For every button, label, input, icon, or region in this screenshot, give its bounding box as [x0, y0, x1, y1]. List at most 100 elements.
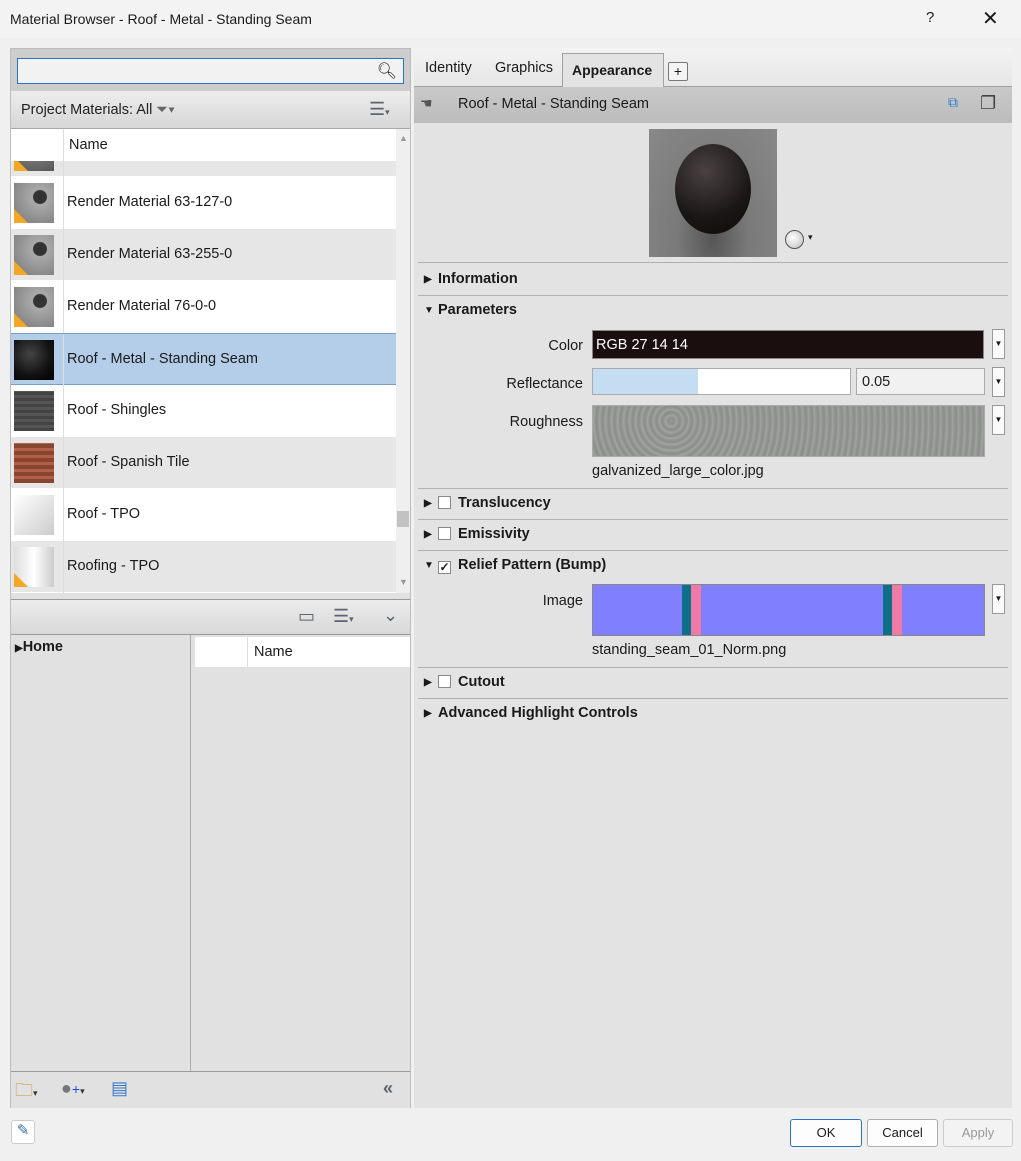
library-name-column[interactable]: Name — [247, 637, 299, 667]
material-thumbnail — [14, 495, 54, 535]
list-item[interactable]: Render Material 63-255-0 — [11, 229, 396, 281]
cancel-button[interactable]: Cancel — [867, 1119, 938, 1147]
color-label: Color — [548, 338, 583, 354]
library-folder-icon[interactable]: 🗀▾ — [15, 1078, 38, 1108]
material-editor-panel: Identity Graphics Appearance + ☚ Roof - … — [414, 48, 1012, 1108]
panel-toggle-icon[interactable]: ▭ — [298, 606, 315, 627]
reflectance-input[interactable]: 0.05 — [856, 368, 985, 395]
filter-label: Project Materials: All — [21, 102, 153, 118]
tab-identity[interactable]: Identity — [425, 60, 472, 76]
collapse-icon: ▼ — [424, 305, 434, 316]
list-item[interactable]: Render Material 63-127-0 — [11, 177, 396, 229]
material-thumbnail — [14, 443, 54, 483]
search-box[interactable]: 🔍︎ — [17, 58, 404, 84]
list-header: Name — [11, 129, 396, 161]
list-item[interactable]: Roof - Metal - Standing Seam — [11, 333, 396, 386]
close-button[interactable]: ✕ — [982, 6, 999, 31]
library-tree: ▶Home — [11, 635, 191, 1071]
section-advanced-highlight[interactable]: ▶ Advanced Highlight Controls — [424, 705, 638, 721]
section-parameters[interactable]: ▼ Parameters — [424, 302, 517, 318]
column-separator — [63, 177, 64, 229]
section-translucency[interactable]: ▶ Translucency — [424, 495, 551, 511]
tab-bar: Identity Graphics Appearance + — [414, 48, 1012, 88]
create-material-icon[interactable]: ●+▾ — [61, 1078, 85, 1099]
preview-options-dropdown[interactable]: ▾ — [808, 232, 813, 243]
section-relief-pattern[interactable]: ▼ ✓ Relief Pattern (Bump) — [424, 557, 606, 574]
column-separator — [63, 489, 64, 541]
project-materials-filter[interactable]: Project Materials: All ⏷▾ — [21, 102, 175, 118]
collapse-left-icon[interactable]: « — [383, 1078, 393, 1099]
list-scrollbar[interactable]: ▲ ▼ — [396, 129, 410, 593]
expand-icon: ▶ — [424, 274, 432, 285]
asset-browser-icon[interactable]: ▤ — [111, 1078, 128, 1099]
list-item[interactable]: Roof - Spanish Tile — [11, 437, 396, 489]
color-field[interactable]: RGB 27 14 14 — [592, 330, 984, 359]
material-name: Roofing - TPO — [67, 558, 160, 574]
warning-icon — [14, 261, 28, 275]
ok-button[interactable]: OK — [790, 1119, 862, 1147]
image-dropdown[interactable]: ▼ — [992, 584, 1005, 614]
column-separator — [63, 229, 64, 281]
material-thumbnail — [14, 183, 54, 223]
roughness-texture[interactable] — [592, 405, 985, 457]
column-separator — [63, 334, 64, 386]
column-separator — [63, 281, 64, 333]
name-column-header[interactable]: Name — [63, 129, 113, 161]
collapse-down-icon[interactable]: ⌄ — [383, 605, 398, 626]
relief-checkbox[interactable]: ✓ — [438, 561, 451, 574]
scroll-down-arrow[interactable]: ▼ — [399, 577, 408, 587]
reflectance-slider[interactable] — [592, 368, 851, 395]
material-thumbnail — [14, 547, 54, 587]
roughness-dropdown[interactable]: ▼ — [992, 405, 1005, 435]
material-name: Roof - TPO — [67, 506, 141, 522]
section-cutout[interactable]: ▶ Cutout — [424, 674, 505, 690]
search-icon[interactable]: 🔍︎ — [377, 61, 397, 81]
material-name: Render Material 63-255-0 — [67, 246, 233, 262]
material-preview — [649, 129, 777, 257]
list-item[interactable]: Roofing - TPO — [11, 541, 396, 593]
emissivity-checkbox[interactable] — [438, 527, 451, 540]
search-input[interactable] — [18, 59, 368, 83]
asset-header: ☚ Roof - Metal - Standing Seam ⧉ ❐ — [414, 87, 1012, 123]
asset-name: Roof - Metal - Standing Seam — [458, 96, 650, 112]
library-toolbar: ▭ ☰▾ ⌄ — [11, 599, 410, 635]
roughness-filename: galvanized_large_color.jpg — [592, 463, 764, 479]
color-dropdown[interactable]: ▼ — [992, 329, 1005, 359]
material-editor-icon[interactable]: ✎ — [11, 1120, 35, 1144]
add-tab-button[interactable]: + — [668, 62, 688, 81]
material-name: Roof - Metal - Standing Seam — [67, 351, 259, 367]
filter-icon[interactable]: ⏷▾ — [156, 102, 175, 118]
reflectance-dropdown[interactable]: ▼ — [992, 367, 1005, 397]
duplicate-asset-icon[interactable]: ❐ — [980, 93, 996, 114]
section-information[interactable]: ▶ Information — [424, 271, 518, 287]
roughness-label: Roughness — [509, 414, 583, 430]
apply-button[interactable]: Apply — [943, 1119, 1013, 1147]
tree-item-home[interactable]: ▶Home — [15, 639, 63, 655]
list-item[interactable]: Roof - TPO — [11, 489, 396, 541]
list-item[interactable]: Render Material 76-0-0 — [11, 281, 396, 333]
preview-sphere — [675, 144, 751, 234]
replace-asset-icon[interactable]: ⧉ — [948, 94, 958, 111]
translucency-checkbox[interactable] — [438, 496, 451, 509]
material-thumbnail — [14, 287, 54, 327]
tab-appearance[interactable]: Appearance — [562, 53, 664, 88]
bump-image[interactable] — [592, 584, 985, 636]
section-emissivity[interactable]: ▶ Emissivity — [424, 526, 530, 542]
list-view-icon[interactable]: ☰▾ — [369, 99, 390, 120]
filter-bar: Project Materials: All ⏷▾ ☰▾ — [11, 91, 410, 129]
scroll-up-arrow[interactable]: ▲ — [399, 133, 408, 143]
scroll-thumb[interactable] — [397, 511, 409, 527]
material-name: Render Material 76-0-0 — [67, 298, 217, 314]
section-label: Advanced Highlight Controls — [438, 705, 638, 721]
material-list: Render Material 63-127-0 Render Material … — [11, 161, 396, 593]
window-title: Material Browser - Roof - Metal - Standi… — [10, 11, 312, 27]
tab-graphics[interactable]: Graphics — [495, 60, 553, 76]
library-view-icon[interactable]: ☰▾ — [333, 606, 354, 627]
section-label: Parameters — [438, 302, 517, 318]
list-item[interactable]: Roof - Shingles — [11, 385, 396, 437]
list-item-partial[interactable] — [11, 161, 396, 177]
help-button[interactable]: ? — [926, 9, 934, 26]
column-separator — [63, 541, 64, 593]
cutout-checkbox[interactable] — [438, 675, 451, 688]
preview-shape-icon[interactable] — [785, 230, 804, 249]
